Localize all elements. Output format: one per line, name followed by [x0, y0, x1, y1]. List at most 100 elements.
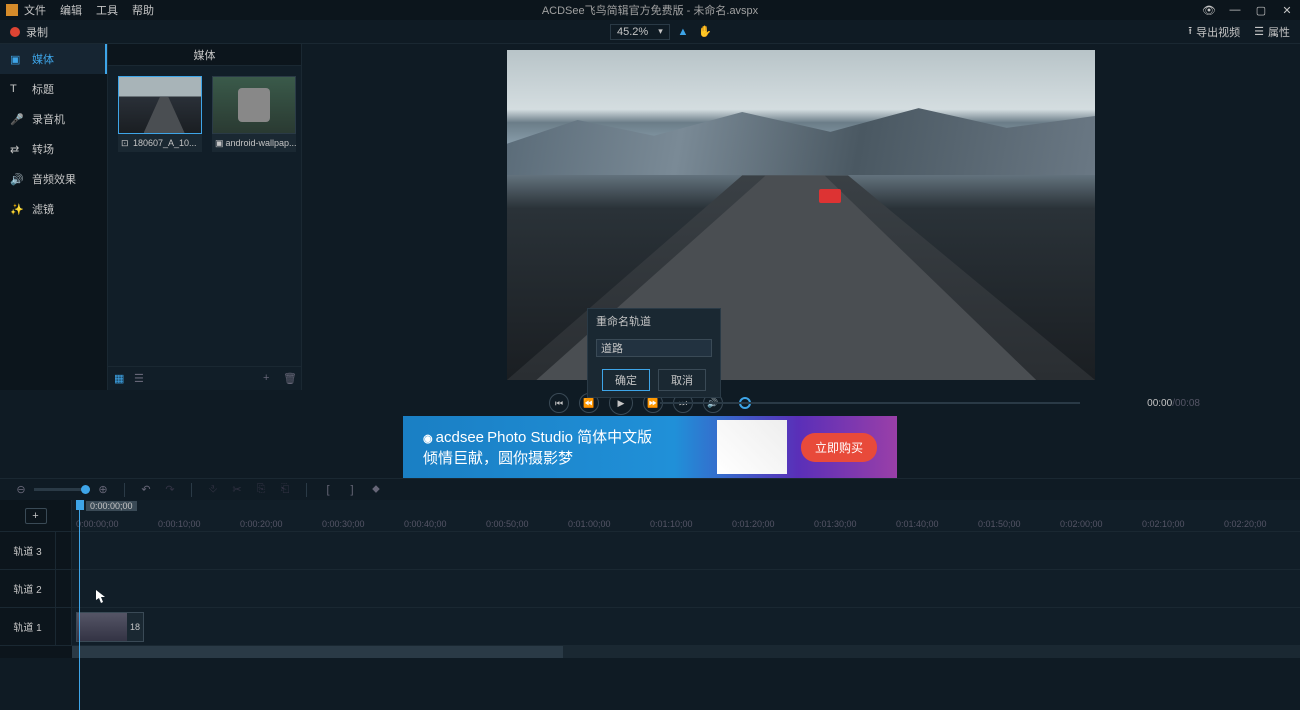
add-track-button[interactable]: +: [25, 508, 47, 524]
sidebar-item-title[interactable]: T标题: [0, 74, 107, 104]
grid-view-icon[interactable]: ▦: [114, 372, 126, 385]
ruler-tick: 0:00:20;00: [240, 519, 283, 529]
ruler-tick: 0:01:50;00: [978, 519, 1021, 529]
playhead[interactable]: [76, 500, 84, 510]
menu-tools[interactable]: 工具: [96, 2, 118, 18]
track-controls[interactable]: [56, 570, 72, 607]
sidebar-label: 转场: [32, 141, 54, 157]
redo-icon[interactable]: ↷: [163, 483, 177, 496]
sidebar-item-transition[interactable]: ⇄ 转场: [0, 134, 107, 164]
sidebar-label: 媒体: [32, 51, 54, 67]
preview-panel: [302, 44, 1300, 390]
ad-banner: ◉ acdsee Photo Studio 简体中文版 倾情巨献，圆你摄影梦 立…: [0, 416, 1300, 478]
seek-bar[interactable]: [660, 402, 1080, 404]
sidebar-item-recorder[interactable]: 🎤录音机: [0, 104, 107, 134]
clip-name: android-wallpap...: [226, 138, 296, 148]
track-name-input[interactable]: [596, 339, 712, 357]
ruler-tick: 0:01:30;00: [814, 519, 857, 529]
export-label: 导出视频: [1196, 24, 1240, 40]
media-clip[interactable]: ⊡180607_A_10...: [118, 76, 202, 356]
track-header-controls: +: [0, 500, 72, 531]
copy-icon[interactable]: ⎘: [254, 483, 268, 496]
track-label[interactable]: 轨道 3: [0, 532, 56, 569]
track-lane[interactable]: [72, 570, 1300, 607]
record-icon: [10, 27, 20, 37]
sidebar-item-filter[interactable]: ✨滤镜: [0, 194, 107, 224]
sidebar-label: 录音机: [32, 111, 65, 127]
rename-track-dialog: 重命名轨道 确定 取消: [587, 308, 721, 398]
media-clip[interactable]: ▣android-wallpap...: [212, 76, 296, 356]
media-tab[interactable]: 媒体: [108, 44, 301, 66]
transition-icon: ⇄: [10, 143, 24, 156]
ad-brand: acdsee: [436, 429, 484, 446]
eye-icon[interactable]: 👁: [1202, 4, 1216, 17]
add-icon[interactable]: +: [263, 372, 275, 385]
track-lane[interactable]: 18: [72, 608, 1300, 645]
ad-boxart: [717, 420, 787, 474]
track-label[interactable]: 轨道 2: [0, 570, 56, 607]
delete-icon[interactable]: 🗑: [283, 372, 295, 385]
ruler-tick: 0:02:20;00: [1224, 519, 1267, 529]
sidebar-label: 标题: [32, 81, 54, 97]
ruler-tick: 0:02:10;00: [1142, 519, 1185, 529]
pointer-tool-icon[interactable]: ▲: [676, 25, 690, 39]
menu-help[interactable]: 帮助: [132, 2, 154, 18]
track-row: 轨道 3: [0, 532, 1300, 570]
app-logo: [6, 4, 18, 16]
image-icon: ▣: [215, 138, 224, 149]
toolbar: 录制 45.2% ▾ ▲ ✋ ⭱ 导出视频 ☰ 属性: [0, 20, 1300, 44]
export-button[interactable]: ⭱ 导出视频: [1188, 22, 1240, 41]
zoom-in-icon[interactable]: ⊕: [96, 483, 110, 496]
ruler-tick: 0:01:00;00: [568, 519, 611, 529]
video-icon: ⊡: [121, 138, 131, 149]
list-view-icon[interactable]: ☰: [134, 372, 146, 385]
mark-out-icon[interactable]: ]: [345, 484, 359, 496]
sidebar-item-media[interactable]: ▣ 媒体: [0, 44, 107, 74]
record-button[interactable]: 录制: [10, 24, 48, 40]
ad-line1: Photo Studio 简体中文版: [487, 429, 652, 446]
cancel-button[interactable]: 取消: [658, 369, 706, 391]
first-frame-button[interactable]: ⏮: [549, 393, 569, 413]
timeline-ruler[interactable]: 0:00:00;00 0:00:00;000:00:10;000:00:20;0…: [72, 500, 1300, 531]
zoom-out-icon[interactable]: ⊖: [14, 483, 28, 496]
audio-icon: 🔊: [10, 173, 24, 186]
hand-tool-icon[interactable]: ✋: [698, 25, 712, 39]
playhead-time: 0:00:00;00: [86, 501, 137, 511]
track-label[interactable]: 轨道 1: [0, 608, 56, 645]
mark-in-icon[interactable]: [: [321, 484, 335, 496]
ruler-tick: 0:00:30;00: [322, 519, 365, 529]
ruler-tick: 0:01:40;00: [896, 519, 939, 529]
track-controls[interactable]: [56, 532, 72, 569]
ok-button[interactable]: 确定: [602, 369, 650, 391]
sidebar-item-audiofx[interactable]: 🔊音频效果: [0, 164, 107, 194]
sidebar-label: 滤镜: [32, 201, 54, 217]
track-row: 轨道 2: [0, 570, 1300, 608]
menu-edit[interactable]: 编辑: [60, 2, 82, 18]
time-display: 00:00/00:08: [1147, 398, 1200, 409]
undo-icon[interactable]: ↶: [139, 483, 153, 496]
minimize-button[interactable]: ―: [1228, 4, 1242, 16]
track-row: 轨道 1 18: [0, 608, 1300, 646]
ad-content[interactable]: ◉ acdsee Photo Studio 简体中文版 倾情巨献，圆你摄影梦 立…: [403, 416, 897, 478]
timeline-clip[interactable]: 18: [76, 612, 144, 642]
split-icon[interactable]: ⎀: [206, 483, 220, 496]
maximize-button[interactable]: ▢: [1254, 4, 1268, 17]
ad-cta-button[interactable]: 立即购买: [801, 433, 877, 462]
zoom-dropdown[interactable]: 45.2% ▾: [610, 24, 670, 40]
marker-icon[interactable]: ⬥: [369, 483, 383, 496]
track-lane[interactable]: [72, 532, 1300, 569]
paste-icon[interactable]: ⎗: [278, 483, 292, 496]
properties-label: 属性: [1268, 24, 1290, 40]
ruler-tick: 0:02:00;00: [1060, 519, 1103, 529]
cut-icon[interactable]: ✂: [230, 483, 244, 496]
titlebar: 文件 编辑 工具 帮助 ACDSee飞鸟简辑官方免费版 - 未命名.avspx …: [0, 0, 1300, 20]
timeline-scrollbar[interactable]: [0, 646, 1300, 658]
zoom-slider[interactable]: [34, 488, 90, 491]
media-icon: ▣: [10, 53, 24, 66]
ad-line2: 倾情巨献，圆你摄影梦: [423, 447, 652, 468]
menu-file[interactable]: 文件: [24, 2, 46, 18]
close-button[interactable]: ✕: [1280, 4, 1294, 17]
track-controls[interactable]: [56, 608, 72, 645]
sidebar: ▣ 媒体 T标题 🎤录音机 ⇄ 转场 🔊音频效果 ✨滤镜: [0, 44, 108, 390]
properties-button[interactable]: ☰ 属性: [1254, 24, 1290, 40]
